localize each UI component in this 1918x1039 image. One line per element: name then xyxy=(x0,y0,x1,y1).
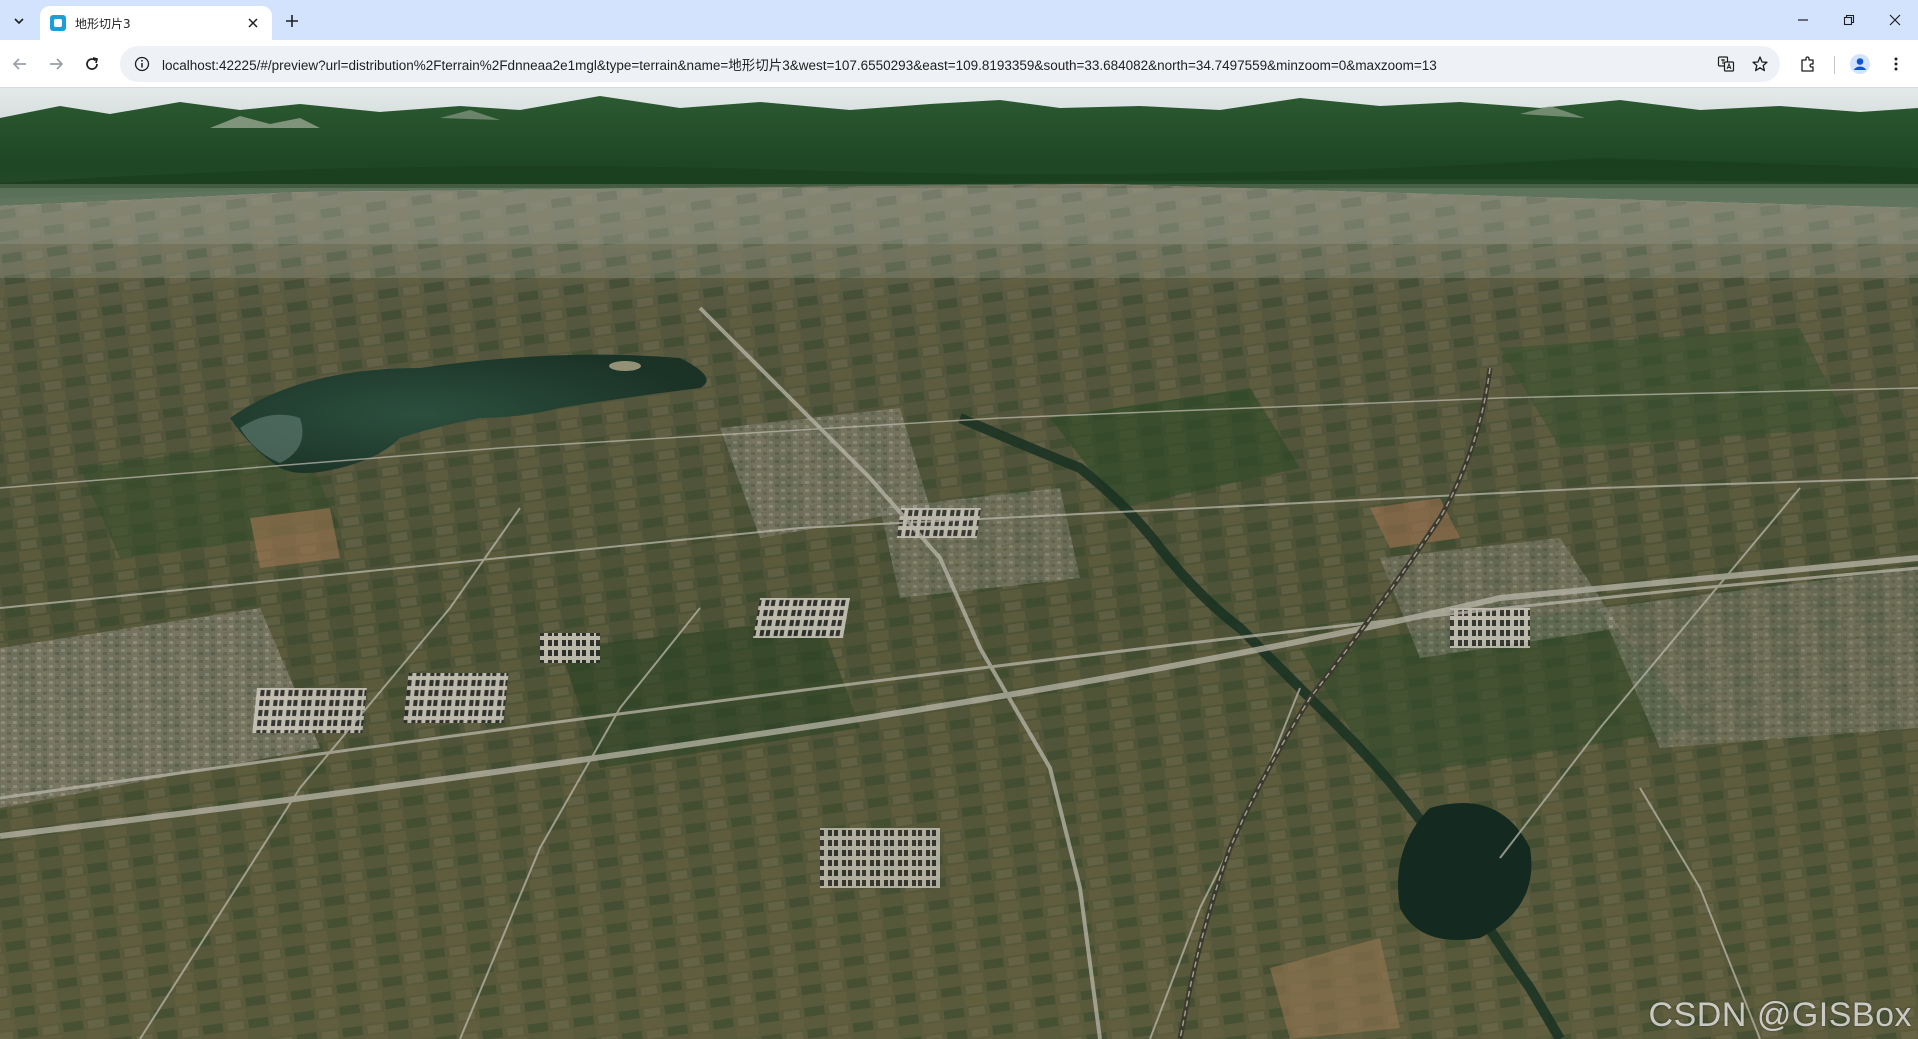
minimize-button[interactable] xyxy=(1780,0,1826,40)
arrow-left-icon xyxy=(12,58,26,70)
kebab-menu-icon xyxy=(1894,57,1898,71)
arrow-right-icon xyxy=(50,58,64,70)
extensions-button[interactable] xyxy=(1794,50,1822,78)
chevron-down-icon xyxy=(14,18,24,25)
site-info-button[interactable] xyxy=(132,54,152,74)
browser-tab[interactable]: 地形切片3 xyxy=(40,6,272,40)
tab-title: 地形切片3 xyxy=(75,16,131,31)
favicon-icon xyxy=(50,15,66,31)
close-icon xyxy=(1889,14,1901,26)
restore-button[interactable] xyxy=(1826,0,1872,40)
profile-button[interactable] xyxy=(1846,50,1874,78)
star-icon xyxy=(1752,56,1768,72)
close-window-button[interactable] xyxy=(1872,0,1918,40)
info-icon xyxy=(134,56,150,72)
browser-toolbar: localhost:42225/#/preview?url=distributi… xyxy=(0,40,1918,88)
profile-icon xyxy=(1850,54,1870,74)
address-bar[interactable]: localhost:42225/#/preview?url=distributi… xyxy=(120,46,1780,82)
plus-icon xyxy=(286,15,298,27)
browser-menu-button[interactable] xyxy=(1882,50,1910,78)
reload-button[interactable] xyxy=(78,50,106,78)
translate-button[interactable] xyxy=(1712,50,1740,78)
new-tab-button[interactable] xyxy=(280,9,304,33)
minimize-icon xyxy=(1798,19,1808,21)
tab-strip: 地形切片3 xyxy=(0,0,1918,40)
terrain-scene[interactable] xyxy=(0,88,1918,1039)
forward-button[interactable] xyxy=(42,50,70,78)
restore-icon xyxy=(1843,14,1855,26)
terrain-viewer[interactable]: CSDN @GISBox xyxy=(0,88,1918,1039)
bookmark-button[interactable] xyxy=(1746,50,1774,78)
tab-search-button[interactable] xyxy=(6,8,32,34)
close-icon xyxy=(248,18,258,28)
url-text[interactable]: localhost:42225/#/preview?url=distributi… xyxy=(162,54,1712,74)
watermark-text: CSDN @GISBox xyxy=(1648,996,1912,1034)
translate-icon xyxy=(1717,56,1735,72)
puzzle-icon xyxy=(1801,56,1814,72)
back-button[interactable] xyxy=(6,50,34,78)
tab-close-button[interactable] xyxy=(244,14,262,32)
reload-icon xyxy=(86,57,99,70)
toolbar-separator xyxy=(1834,56,1835,74)
